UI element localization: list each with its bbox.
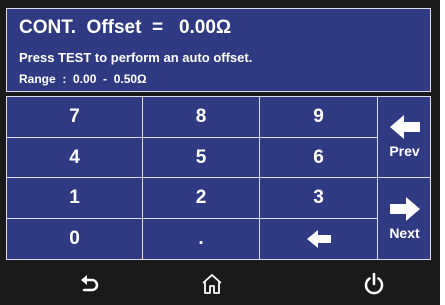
offset-info-panel: CONT. Offset = 0.00Ω Press TEST to perfo… xyxy=(6,8,431,92)
undo-icon xyxy=(81,275,99,292)
key-3[interactable]: 3 xyxy=(260,178,377,218)
offset-title: CONT. Offset = 0.00Ω xyxy=(19,17,232,38)
key-decimal[interactable]: . xyxy=(143,219,259,259)
power-button[interactable] xyxy=(358,268,390,300)
prev-label: Prev xyxy=(389,143,420,159)
left-arrow-icon xyxy=(389,115,420,139)
home-button[interactable] xyxy=(196,268,228,300)
key-5[interactable]: 5 xyxy=(143,138,259,177)
instruction-text: Press TEST to perform an auto offset. xyxy=(19,50,253,65)
key-4[interactable]: 4 xyxy=(7,138,142,177)
bottom-nav-bar xyxy=(0,262,440,305)
key-2[interactable]: 2 xyxy=(143,178,259,218)
backspace-button[interactable] xyxy=(260,219,377,259)
next-button[interactable]: Next xyxy=(378,178,431,259)
power-icon xyxy=(364,272,384,295)
key-9[interactable]: 9 xyxy=(260,97,377,137)
key-6[interactable]: 6 xyxy=(260,138,377,177)
prev-button[interactable]: Prev xyxy=(378,97,431,177)
range-text: Range : 0.00 - 0.50Ω xyxy=(19,72,147,86)
next-label: Next xyxy=(389,224,420,241)
right-arrow-icon xyxy=(389,196,420,221)
back-button[interactable] xyxy=(74,268,106,300)
left-arrow-icon xyxy=(306,230,331,248)
key-8[interactable]: 8 xyxy=(143,97,259,137)
key-7[interactable]: 7 xyxy=(7,97,142,137)
key-0[interactable]: 0 xyxy=(7,219,142,259)
key-1[interactable]: 1 xyxy=(7,178,142,218)
device-screen: CONT. Offset = 0.00Ω Press TEST to perfo… xyxy=(0,0,440,305)
home-icon xyxy=(202,274,222,294)
numeric-keypad: 7 8 9 4 5 6 1 2 3 0 . Prev Next xyxy=(6,96,431,260)
